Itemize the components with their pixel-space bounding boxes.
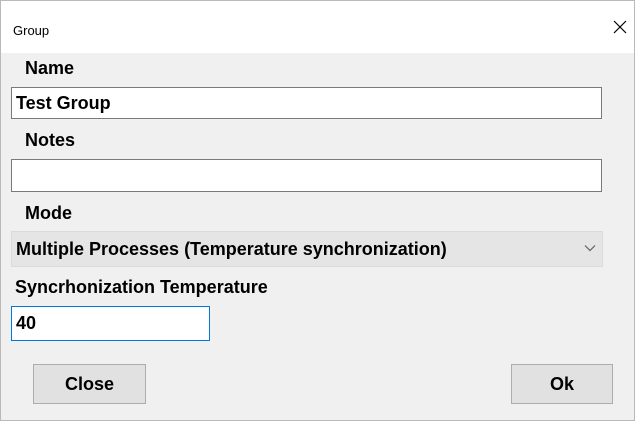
name-label: Name — [25, 58, 75, 78]
sync-temperature-field[interactable]: 40 — [11, 306, 210, 341]
window-title: Group — [13, 23, 50, 38]
sync-temperature-label: Syncrhonization Temperature — [15, 277, 268, 297]
notes-field[interactable] — [11, 159, 602, 192]
mode-selected-value: Multiple Processes (Temperature synchron… — [16, 239, 447, 259]
chevron-down-icon — [584, 245, 596, 252]
mode-label: Mode — [25, 203, 72, 223]
group-dialog: Group Name Test Group Notes Mode Multipl… — [0, 0, 635, 421]
ok-button[interactable]: Ok — [511, 364, 613, 404]
notes-label: Notes — [25, 130, 76, 150]
close-button[interactable]: Close — [33, 364, 146, 404]
name-field[interactable]: Test Group — [11, 87, 602, 119]
title-bar: Group — [1, 1, 634, 53]
close-icon — [613, 20, 627, 34]
mode-select[interactable]: Multiple Processes (Temperature synchron… — [11, 231, 603, 267]
window-close-button[interactable] — [604, 13, 634, 41]
